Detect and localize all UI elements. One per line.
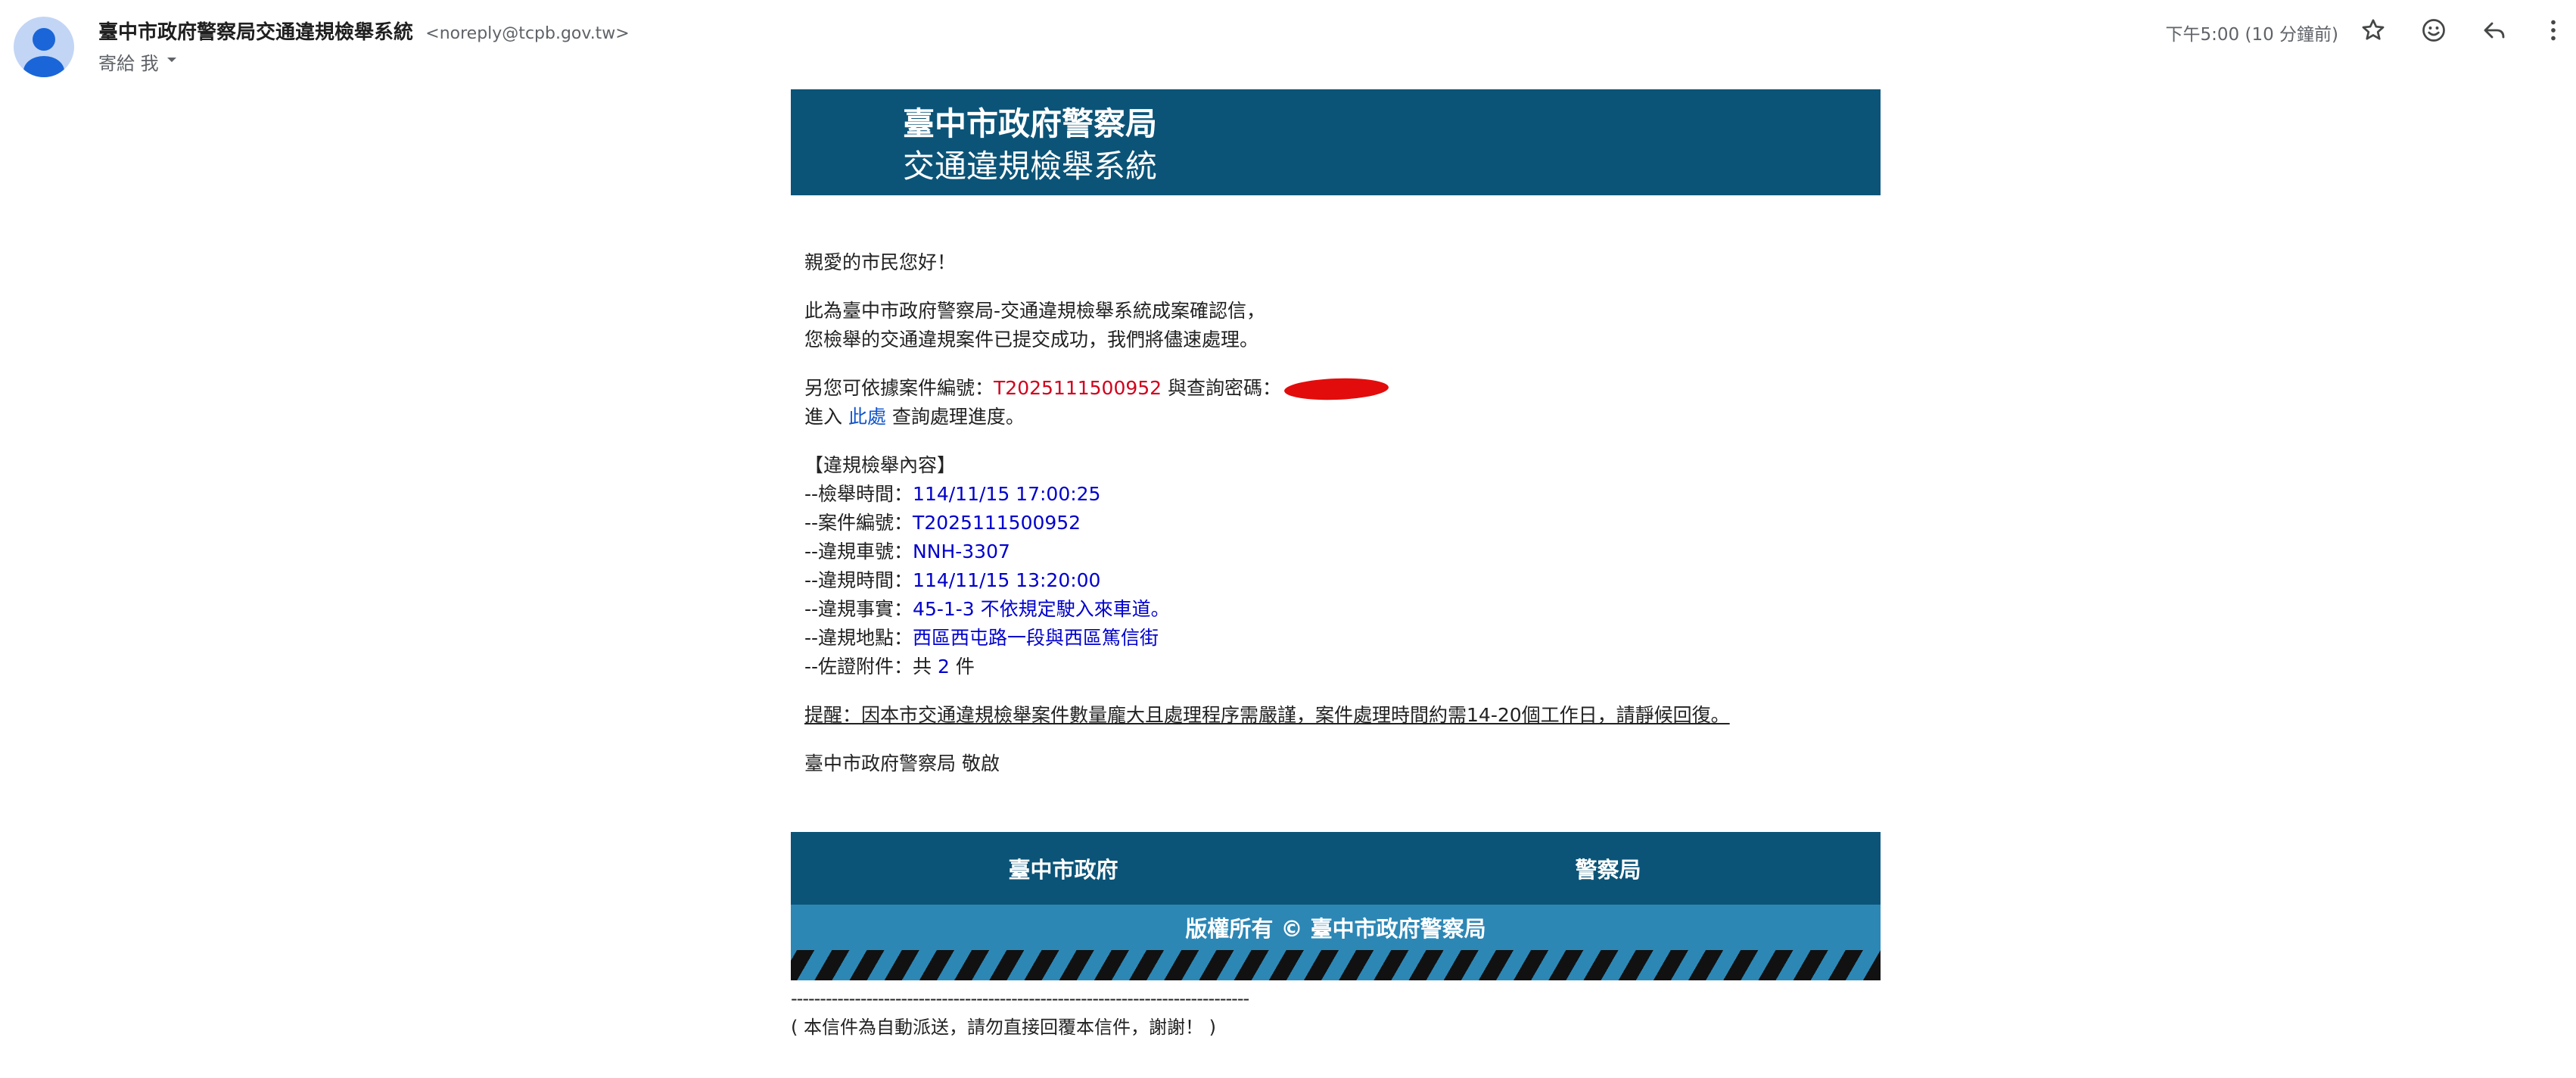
copyright: 版權所有 © 臺中市政府警察局: [791, 905, 1881, 950]
detail-row: --違規地點：西區西屯路一段與西區篤信街: [804, 627, 1159, 649]
attach-count: 2: [938, 656, 950, 678]
system-banner: 臺中市政府警察局 交通違規檢舉系統: [791, 89, 1881, 195]
detail-row: --違規時間：114/11/15 13:20:00: [804, 569, 1100, 591]
recipient-label: 寄給 我: [98, 53, 159, 74]
confirm-line-1: 此為臺中市政府警察局-交通違規檢舉系統成案確認信，: [804, 300, 1266, 322]
confirm-paragraph: 此為臺中市政府警察局-交通違規檢舉系統成案確認信， 您檢舉的交通違規案件已提交成…: [804, 297, 1867, 354]
received-time: 下午5:00 (10 分鐘前): [2165, 25, 2338, 45]
enter-suffix: 查詢處理進度。: [885, 406, 1025, 428]
signoff: 臺中市政府警察局 敬啟: [804, 752, 1000, 774]
case-number: T2025111500952: [994, 377, 1162, 399]
greeting: 親愛的市民您好！: [804, 251, 957, 273]
query-link[interactable]: 此處: [848, 406, 886, 428]
more-vert-icon[interactable]: [2538, 15, 2568, 45]
detail-label: --佐證附件：: [804, 656, 913, 678]
email-footer: 臺中市政府 警察局 版權所有 © 臺中市政府警察局: [791, 832, 1881, 980]
detail-label: --違規時間：: [804, 569, 913, 591]
attach-prefix: 共: [913, 656, 938, 678]
detail-value: 114/11/15 13:20:00: [913, 569, 1101, 591]
query-prefix: 另您可依據案件編號：: [804, 377, 994, 399]
footer-link-police[interactable]: 警察局: [1336, 832, 1881, 905]
detail-value: 114/11/15 17:00:25: [913, 483, 1101, 505]
reminder: 提醒：因本市交通違規檢舉案件數量龐大且處理程序需嚴謹，案件處理時間約需14-20…: [804, 704, 1730, 726]
emoji-icon[interactable]: [2419, 15, 2449, 45]
enter-prefix: 進入: [804, 406, 848, 428]
detail-value: 西區西屯路一段與西區篤信街: [913, 627, 1159, 649]
footer-links: 臺中市政府 警察局: [791, 832, 1881, 905]
chevron-down-icon[interactable]: [163, 51, 180, 73]
detail-label: --案件編號：: [804, 512, 913, 534]
sender-name[interactable]: 臺中市政府警察局交通違規檢舉系統: [98, 21, 413, 44]
banner-subtitle: 交通違規檢舉系統: [903, 148, 1158, 185]
detail-row: --違規事實：45-1-3 不依規定駛入來車道。: [804, 598, 1170, 620]
sender-email: <noreply@tcpb.gov.tw>: [425, 24, 630, 43]
footer-link-city-government[interactable]: 臺中市政府: [791, 832, 1336, 905]
star-icon[interactable]: [2358, 15, 2388, 45]
auto-note-block: ----------------------------------------…: [791, 984, 1249, 1042]
detail-row: --案件編號：T2025111500952: [804, 512, 1081, 534]
detail-label: --檢舉時間：: [804, 483, 913, 505]
query-paragraph: 另您可依據案件編號：T2025111500952 與查詢密碼： 進入 此處 查詢…: [804, 374, 1867, 432]
email-body: 臺中市政府警察局 交通違規檢舉系統 親愛的市民您好！ 此為臺中市政府警察局-交通…: [791, 89, 1881, 798]
detail-row: --佐證附件：共 2 件: [804, 656, 975, 678]
section-title: 【違規檢舉內容】: [804, 454, 957, 476]
detail-row: --檢舉時間：114/11/15 17:00:25: [804, 483, 1100, 505]
auto-send-note: ( 本信件為自動派送，請勿直接回覆本信件，謝謝！ ): [791, 1017, 1216, 1038]
reply-icon[interactable]: [2479, 15, 2509, 45]
detail-row: --違規車號：NNH-3307: [804, 541, 1010, 562]
details-paragraph: 【違規檢舉內容】 --檢舉時間：114/11/15 17:00:25 --案件編…: [804, 451, 1867, 681]
email-content: 親愛的市民您好！ 此為臺中市政府警察局-交通違規檢舉系統成案確認信， 您檢舉的交…: [791, 195, 1881, 778]
query-middle: 與查詢密碼：: [1162, 377, 1282, 399]
detail-value: NNH-3307: [913, 541, 1010, 562]
detail-label: --違規事實：: [804, 598, 913, 620]
confirm-line-2: 您檢舉的交通違規案件已提交成功，我們將儘速處理。: [804, 329, 1259, 351]
banner-title: 臺中市政府警察局: [903, 105, 1158, 142]
recipient-line[interactable]: 寄給 我: [98, 48, 180, 75]
redacted-password: [1283, 376, 1389, 402]
attach-suffix: 件: [949, 656, 975, 678]
detail-value: T2025111500952: [913, 512, 1081, 534]
dash-divider: ----------------------------------------…: [791, 988, 1249, 1009]
detail-label: --違規地點：: [804, 627, 913, 649]
sender-line: 臺中市政府警察局交通違規檢舉系統 <noreply@tcpb.gov.tw>: [98, 17, 630, 45]
detail-value: 45-1-3 不依規定駛入來車道。: [913, 598, 1170, 620]
stripe-divider: [791, 950, 1881, 980]
detail-label: --違規車號：: [804, 541, 913, 562]
avatar[interactable]: [14, 17, 74, 77]
